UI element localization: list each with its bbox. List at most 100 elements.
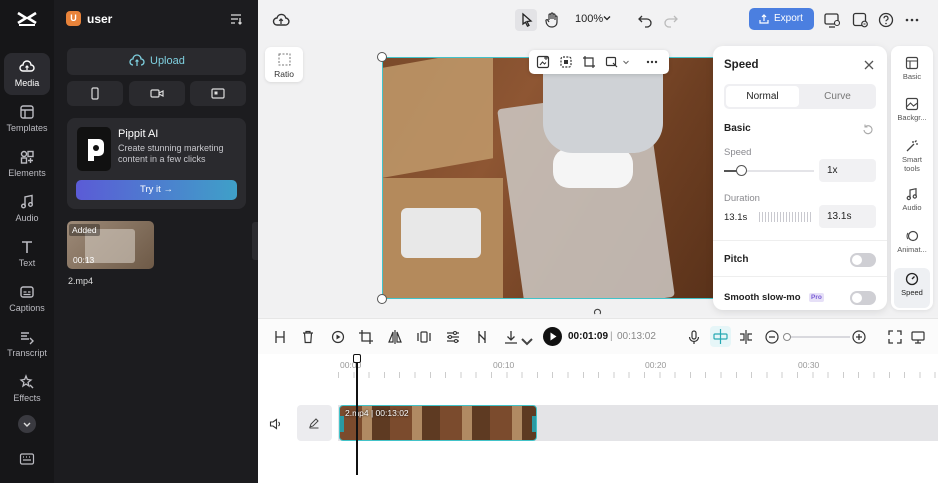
- record-upload-button[interactable]: [129, 81, 185, 106]
- rail-smart-tools[interactable]: Smart tools: [894, 135, 930, 179]
- pro-badge: Pro: [809, 293, 824, 302]
- undo-icon[interactable]: [636, 11, 654, 29]
- rail-media[interactable]: Media: [4, 53, 50, 95]
- reset-icon[interactable]: [862, 123, 874, 135]
- volume-icon[interactable]: [269, 418, 283, 430]
- mirror-icon[interactable]: [416, 329, 432, 345]
- download-icon[interactable]: [503, 329, 519, 345]
- phone-upload-button[interactable]: [67, 81, 123, 106]
- ratio-button[interactable]: Ratio: [265, 47, 303, 82]
- rotate-handle-icon[interactable]: [593, 308, 603, 316]
- added-badge: Added: [69, 224, 100, 236]
- chevron-down-icon[interactable]: [602, 13, 612, 23]
- upload-label: Upload: [150, 55, 185, 67]
- rail-background[interactable]: Backgr...: [894, 93, 930, 133]
- user-name[interactable]: user: [87, 12, 112, 26]
- duration-waveform: [759, 212, 811, 222]
- snap-icon: [713, 329, 728, 344]
- music-icon: [19, 194, 35, 210]
- rail-elements[interactable]: Elements: [4, 143, 50, 185]
- rail-templates[interactable]: Templates: [4, 98, 50, 140]
- chevron-down-icon[interactable]: [519, 333, 535, 349]
- timeline-preview-icon[interactable]: [910, 329, 926, 345]
- feedback-icon[interactable]: [851, 11, 869, 29]
- pencil-icon: [309, 418, 319, 429]
- auto-snap-button[interactable]: [710, 326, 731, 347]
- select-tool-button[interactable]: [515, 9, 537, 31]
- clip-trim-handle-right[interactable]: [532, 416, 536, 432]
- timeline-zoom-thumb[interactable]: [783, 333, 791, 341]
- microphone-icon[interactable]: [686, 329, 702, 345]
- speed-slider-thumb[interactable]: [736, 165, 747, 176]
- adjust-icon[interactable]: [445, 329, 461, 345]
- cloud-save-icon[interactable]: [272, 11, 290, 29]
- screen-upload-button[interactable]: [190, 81, 246, 106]
- cloud-upload-icon: [129, 54, 145, 68]
- zoom-level[interactable]: 100%: [575, 13, 603, 25]
- export-button[interactable]: Export: [749, 8, 814, 30]
- flip-icon[interactable]: [387, 329, 403, 345]
- capcut-logo-icon[interactable]: [15, 9, 39, 29]
- redo-icon[interactable]: [662, 11, 680, 29]
- fit-timeline-icon[interactable]: [887, 329, 903, 345]
- expand-more-button[interactable]: [18, 415, 36, 433]
- replace-media-icon[interactable]: [536, 55, 550, 69]
- preview-monitor-icon[interactable]: [823, 11, 841, 29]
- delete-icon[interactable]: [300, 329, 316, 345]
- smart-tools-icon: [905, 139, 919, 153]
- crop-icon[interactable]: [582, 55, 596, 69]
- rail-label: Text: [18, 258, 36, 268]
- help-icon[interactable]: [877, 11, 895, 29]
- link-clips-icon[interactable]: [738, 329, 754, 345]
- speed-value-field[interactable]: 1x: [819, 159, 876, 182]
- avatar[interactable]: U: [66, 11, 81, 26]
- rail-text[interactable]: Text: [4, 233, 50, 275]
- crop-icon[interactable]: [358, 329, 374, 345]
- freeze-frame-icon[interactable]: [330, 329, 346, 345]
- rail-animation[interactable]: Animat...: [894, 225, 930, 265]
- more-icon[interactable]: [645, 55, 659, 69]
- hand-icon[interactable]: [543, 11, 561, 29]
- trim-icon[interactable]: [474, 329, 490, 345]
- play-button[interactable]: [543, 327, 562, 346]
- upload-button[interactable]: Upload: [67, 48, 246, 75]
- rail-speed[interactable]: Speed: [894, 268, 930, 308]
- try-it-button[interactable]: Try it →: [76, 180, 237, 200]
- tick-label: 00:20: [645, 360, 667, 370]
- playhead[interactable]: [356, 354, 358, 475]
- more-icon[interactable]: [903, 11, 921, 29]
- duration-value-field[interactable]: 13.1s: [819, 205, 876, 228]
- rail-transcript[interactable]: Transcript: [4, 323, 50, 365]
- timeline[interactable]: 00:00 00:10 00:20 00:30 2.mp4 | 00:13:02: [258, 354, 938, 483]
- rail-audio[interactable]: Audio: [4, 188, 50, 230]
- timeline-video-clip[interactable]: 2.mp4 | 00:13:02: [339, 405, 537, 441]
- playhead-handle[interactable]: [353, 354, 361, 363]
- chevron-down-icon[interactable]: [622, 58, 630, 66]
- clip-trim-handle-left[interactable]: [340, 416, 344, 432]
- close-icon[interactable]: [863, 59, 875, 71]
- resize-handle-bottom-left[interactable]: [377, 294, 387, 304]
- templates-icon: [19, 104, 35, 120]
- resize-handle-top-left[interactable]: [377, 52, 387, 62]
- keyboard-shortcuts-icon[interactable]: [19, 452, 35, 466]
- promo-text: Create stunning marketing content in a f…: [118, 143, 224, 164]
- rail-captions[interactable]: Captions: [4, 278, 50, 320]
- media-clip-thumbnail[interactable]: Added 00:13: [67, 221, 154, 269]
- pitch-toggle[interactable]: [850, 253, 876, 267]
- timeline-zoom-slider[interactable]: [785, 336, 850, 338]
- game-controller: [553, 148, 633, 188]
- video-frame[interactable]: [382, 57, 714, 299]
- zoom-out-icon[interactable]: [764, 329, 780, 345]
- split-icon[interactable]: [272, 329, 288, 345]
- smooth-slowmo-toggle[interactable]: [850, 291, 876, 305]
- edit-cover-button[interactable]: [297, 405, 332, 441]
- smart-cutout-icon[interactable]: [559, 55, 573, 69]
- rail-basic[interactable]: Basic: [894, 52, 930, 92]
- tab-curve[interactable]: Curve: [801, 86, 874, 107]
- transform-icon[interactable]: [605, 55, 619, 69]
- sort-icon[interactable]: [229, 12, 243, 26]
- tab-normal[interactable]: Normal: [726, 86, 799, 107]
- zoom-in-icon[interactable]: [851, 329, 867, 345]
- rail-effects[interactable]: Effects: [4, 368, 50, 410]
- rail-audio[interactable]: Audio: [894, 183, 930, 223]
